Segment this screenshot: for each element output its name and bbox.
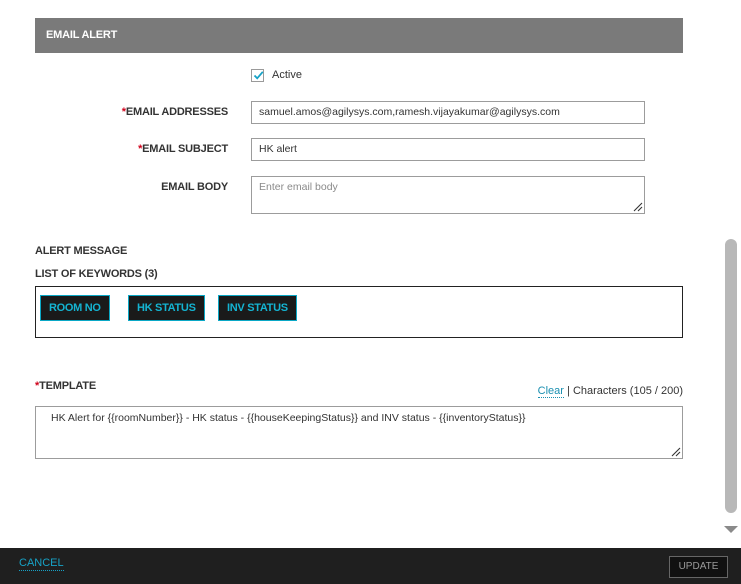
footer-bar: CANCEL UPDATE [0, 548, 741, 584]
active-checkbox[interactable] [251, 68, 264, 82]
email-subject-input[interactable]: HK alert [251, 138, 645, 161]
keyword-chip-hk-status[interactable]: HK STATUS [128, 295, 205, 321]
template-meta: Clear | Characters (105 / 200) [537, 385, 683, 398]
active-toggle[interactable]: Active [251, 67, 302, 83]
alert-message-heading: ALERT MESSAGE [35, 245, 128, 257]
email-addresses-label-text: EMAIL ADDRESSES [125, 106, 228, 118]
keyword-chip-inv-status[interactable]: INV STATUS [218, 295, 297, 321]
scrollbar-thumb[interactable] [725, 239, 737, 513]
resize-handle-icon[interactable] [670, 446, 681, 457]
resize-handle-icon[interactable] [632, 201, 643, 212]
template-textarea[interactable]: HK Alert for {{roomNumber}} - HK status … [35, 406, 683, 459]
update-button[interactable]: UPDATE [669, 556, 728, 578]
character-count: Characters (105 / 200) [572, 385, 683, 397]
email-addresses-label: *EMAIL ADDRESSES [0, 106, 228, 118]
email-body-label: EMAIL BODY [161, 181, 228, 193]
form-content: EMAIL ALERT Active *EMAIL ADDRESSES samu… [0, 0, 720, 548]
keywords-heading: LIST OF KEYWORDS (3) [35, 268, 158, 280]
email-addresses-input[interactable]: samuel.amos@agilysys.com,ramesh.vijayaku… [251, 101, 645, 124]
email-subject-label: *EMAIL SUBJECT [0, 143, 228, 155]
separator: | [567, 385, 570, 397]
section-header: EMAIL ALERT [35, 18, 683, 53]
scroll-down-arrow-icon[interactable] [724, 524, 738, 534]
email-body-placeholder: Enter email body [259, 181, 338, 193]
keyword-chip-room-no[interactable]: ROOM NO [40, 295, 110, 321]
template-text: HK Alert for {{roomNumber}} - HK status … [51, 412, 526, 424]
cancel-link[interactable]: CANCEL [19, 557, 64, 571]
email-subject-label-text: EMAIL SUBJECT [142, 143, 228, 155]
active-label: Active [272, 69, 302, 81]
keywords-list: ROOM NO HK STATUS INV STATUS [35, 286, 683, 338]
email-body-textarea[interactable]: Enter email body [251, 176, 645, 214]
clear-template-link[interactable]: Clear [537, 385, 564, 398]
checkmark-icon [253, 70, 264, 80]
template-label-text: TEMPLATE [39, 380, 96, 392]
template-label: *TEMPLATE [35, 380, 96, 392]
